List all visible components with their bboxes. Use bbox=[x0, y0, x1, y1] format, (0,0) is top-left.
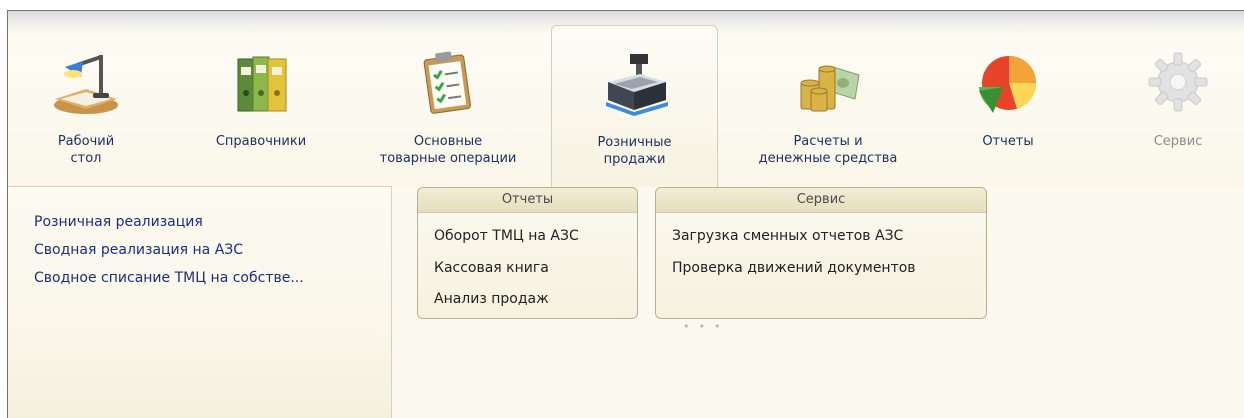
section-label: Рабочий стол bbox=[57, 134, 115, 166]
group-title: Отчеты bbox=[418, 188, 637, 213]
gear-icon bbox=[1148, 52, 1208, 112]
section-label: Отчеты bbox=[982, 134, 1034, 149]
action-link[interactable]: Оборот ТМЦ на АЗС bbox=[434, 228, 579, 244]
navigation-panel: Розничная реализация Сводная реализация … bbox=[8, 186, 392, 418]
action-link[interactable]: Анализ продаж bbox=[434, 291, 549, 307]
section-retail-sales[interactable]: Розничные продажи bbox=[551, 25, 718, 187]
action-link[interactable]: Кассовая книга bbox=[434, 260, 549, 276]
coins-money-icon bbox=[800, 65, 860, 112]
section-label: Справочники bbox=[215, 134, 307, 149]
section-panel: Рабочий стол Справочники Основные товарн… bbox=[8, 11, 1244, 187]
section-payments[interactable]: Расчеты и денежные средства bbox=[728, 25, 928, 186]
resize-grip[interactable]: ••• bbox=[683, 320, 729, 333]
section-goods-operations[interactable]: Основные товарные операции bbox=[358, 25, 538, 186]
section-label: Основные товарные операции bbox=[379, 134, 517, 166]
reports-group: Отчеты Оборот ТМЦ на АЗС Кассовая книга … bbox=[417, 187, 638, 319]
cash-register-icon bbox=[605, 54, 668, 116]
service-group: Сервис Загрузка сменных отчетов АЗС Пров… bbox=[655, 187, 987, 319]
section-label: Сервис bbox=[1153, 134, 1203, 149]
pie-chart-icon bbox=[979, 56, 1037, 113]
group-title: Сервис bbox=[656, 188, 986, 213]
desk-lamp-icon bbox=[54, 55, 118, 114]
section-label: Расчеты и денежные средства bbox=[758, 134, 898, 166]
section-service[interactable]: Сервис bbox=[1128, 25, 1228, 186]
section-references[interactable]: Справочники bbox=[186, 25, 336, 186]
nav-link-summary-writeoff[interactable]: Сводное списание ТМЦ на собстве... bbox=[34, 270, 304, 286]
nav-link-summary-sale[interactable]: Сводная реализация на АЗС bbox=[34, 242, 243, 258]
section-desktop[interactable]: Рабочий стол bbox=[36, 25, 136, 186]
clipboard-checklist-icon bbox=[423, 51, 471, 114]
action-link[interactable]: Проверка движений документов bbox=[672, 260, 916, 276]
nav-link-retail-sale[interactable]: Розничная реализация bbox=[34, 214, 203, 230]
binders-icon bbox=[237, 56, 287, 112]
section-label: Розничные продажи bbox=[597, 135, 672, 167]
action-link[interactable]: Загрузка сменных отчетов АЗС bbox=[672, 228, 903, 244]
section-reports[interactable]: Отчеты bbox=[958, 25, 1058, 186]
